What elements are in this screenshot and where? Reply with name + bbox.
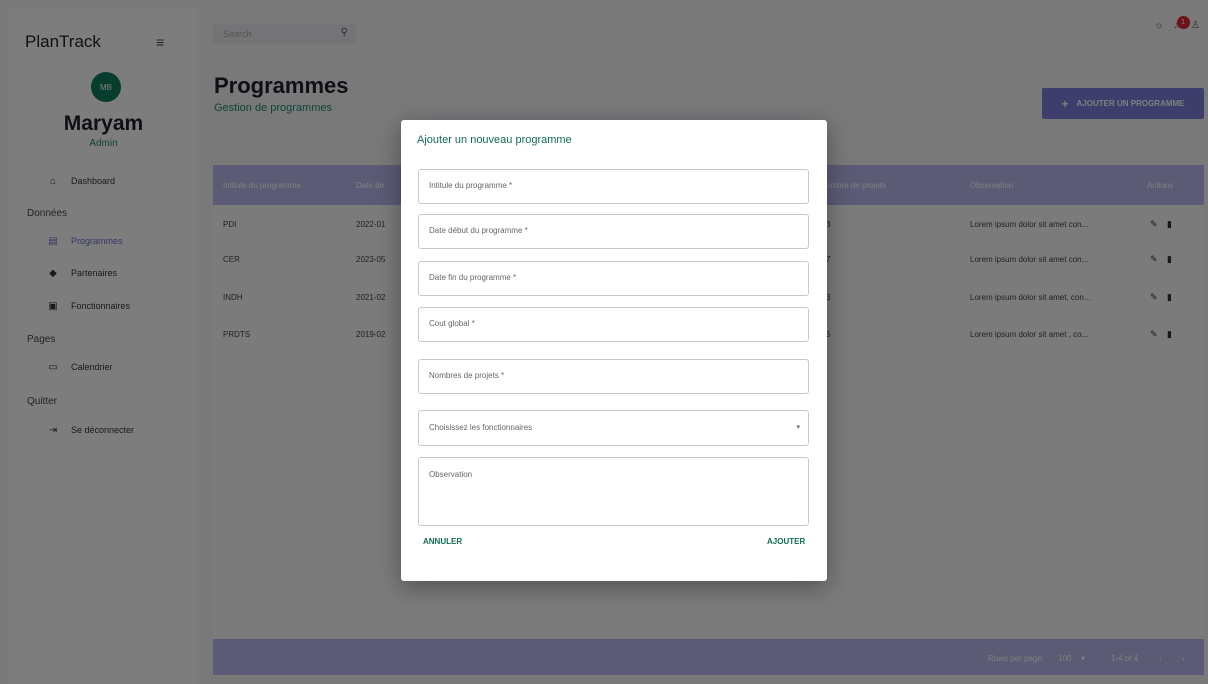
add-programme-dialog: Ajouter un nouveau programme Intitule du…: [401, 120, 827, 581]
cout-global-field[interactable]: Cout global *: [418, 307, 809, 342]
observation-textarea[interactable]: Observation: [418, 457, 809, 526]
submit-button[interactable]: AJOUTER: [767, 537, 805, 546]
observation-field-label: Observation: [429, 470, 473, 479]
cout-global-field-label: Cout global *: [429, 319, 475, 328]
dialog-title: Ajouter un nouveau programme: [417, 134, 572, 146]
intitule-field[interactable]: Intitule du programme *: [418, 169, 809, 204]
fonctionnaires-select[interactable]: Choisissez les fonctionnaires ▾: [418, 410, 809, 446]
date-debut-field-label: Date début du programme *: [429, 226, 528, 235]
nombre-projets-field[interactable]: Nombres de projets *: [418, 359, 809, 394]
intitule-field-label: Intitule du programme *: [429, 181, 513, 190]
app-root: PlanTrack ≡ MB Maryam Admin ⌂ Dashboard …: [0, 0, 1208, 684]
date-fin-field-label: Date fin du programme *: [429, 273, 517, 282]
cancel-button[interactable]: ANNULER: [423, 537, 462, 546]
fonctionnaires-select-label: Choisissez les fonctionnaires: [429, 423, 533, 432]
chevron-down-icon[interactable]: ▾: [796, 423, 800, 431]
date-debut-field[interactable]: Date début du programme *: [418, 214, 809, 249]
date-fin-field[interactable]: Date fin du programme *: [418, 261, 809, 296]
nombre-projets-field-label: Nombres de projets *: [429, 371, 505, 380]
